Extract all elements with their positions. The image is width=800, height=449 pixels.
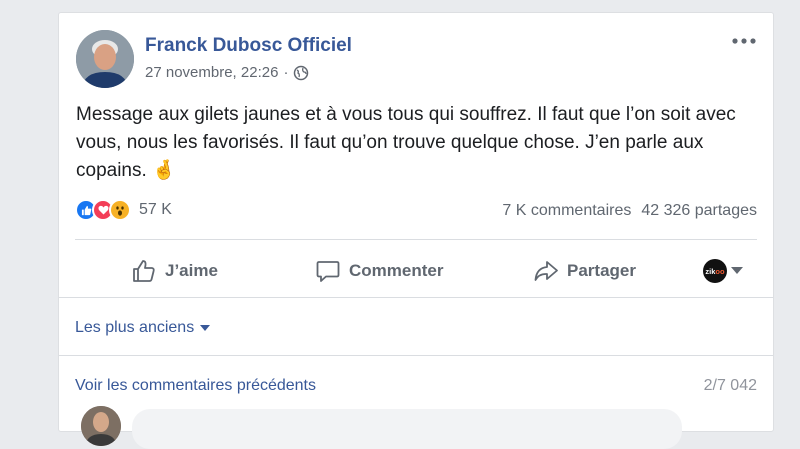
caret-down-icon <box>200 325 211 331</box>
comment-sort-dropdown[interactable]: Les plus anciens <box>75 319 211 337</box>
more-options-icon <box>732 38 756 44</box>
action-bar: J’aime Commenter Partager zikoo <box>75 249 757 293</box>
like-button[interactable]: J’aime <box>131 249 218 293</box>
globe-icon <box>294 65 309 80</box>
share-label: Partager <box>567 261 636 280</box>
comment-bubble-icon <box>316 261 340 282</box>
post-message: Message aux gilets jaunes et à vous tous… <box>76 104 736 181</box>
page-name-link[interactable]: Franck Dubosc Officiel <box>145 35 352 57</box>
reaction-count: 57 K <box>139 201 172 218</box>
share-arrow-icon <box>534 261 558 281</box>
post-as-selector[interactable]: zikoo <box>703 249 743 293</box>
post-meta: 27 novembre, 22:26 · <box>145 64 309 81</box>
reactions-summary[interactable]: 57 K <box>75 199 172 221</box>
meta-separator: · <box>283 64 289 81</box>
post-timestamp[interactable]: 27 novembre, 22:26 <box>145 64 278 81</box>
engagement-stats: 7 K commentaires 42 326 partages <box>502 202 757 220</box>
commenter-avatar[interactable] <box>81 406 121 446</box>
actions-divider <box>59 297 773 298</box>
wow-icon <box>109 199 131 221</box>
comments-count-link[interactable]: 7 K commentaires <box>502 202 631 220</box>
sort-label: Les plus anciens <box>75 319 195 336</box>
chevron-down-icon <box>731 267 743 274</box>
avatar-photo <box>76 30 134 88</box>
comment-pagination-count: 2/7 042 <box>703 377 757 394</box>
like-label: J’aime <box>165 261 218 280</box>
page-avatar[interactable] <box>76 30 134 88</box>
shares-count-link[interactable]: 42 326 partages <box>641 202 757 220</box>
view-previous-comments-link[interactable]: Voir les commentaires précédents <box>75 377 316 395</box>
svg-text:zikoo: zikoo <box>705 267 725 276</box>
comment-bubble <box>132 409 682 449</box>
share-button[interactable]: Partager <box>533 249 636 293</box>
thumbs-up-icon <box>133 260 155 282</box>
comment-button[interactable]: Commenter <box>315 249 443 293</box>
more-options-button[interactable] <box>729 31 759 51</box>
comment-label: Commenter <box>349 261 444 280</box>
stats-divider <box>75 239 757 240</box>
sort-divider <box>59 355 773 356</box>
post-card: Franck Dubosc Officiel 27 novembre, 22:2… <box>58 12 774 449</box>
page-badge-icon: zikoo <box>703 259 727 283</box>
